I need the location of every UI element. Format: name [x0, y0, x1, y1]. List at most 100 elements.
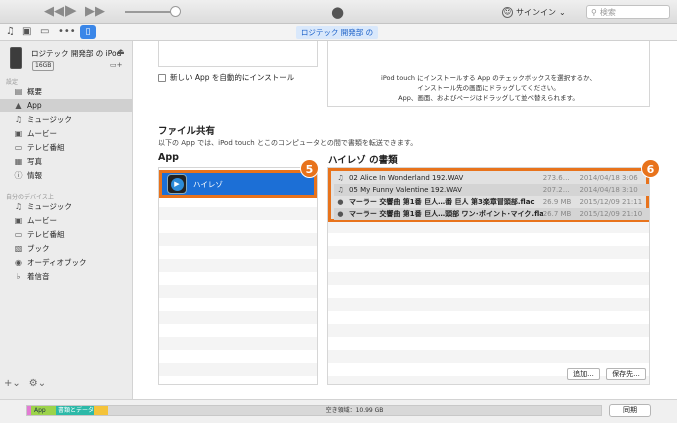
tv-icon: ▭ — [14, 230, 23, 239]
capacity-free-space: 空き領域：10.99 GB — [108, 406, 601, 415]
ipod-icon: ▯ — [85, 27, 91, 37]
save-to-button[interactable]: 保存先... — [606, 368, 646, 380]
add-button[interactable]: 追加... — [567, 368, 600, 380]
documents-highlight: ♫ 02 Alice In Wonderland 192.WAV 273.6… … — [328, 168, 649, 222]
gear-icon[interactable]: ⚙⌄ — [29, 378, 46, 389]
title-bar: ◀◀ ▶ ▶▶ ● ☺ サインイン ⌄ ⚲ 検索 — [0, 0, 677, 24]
itunes-window: ◀◀ ▶ ▶▶ ● ☺ サインイン ⌄ ⚲ 検索 ♫ ▣ ▭ ••• ▯ ロジテ… — [0, 0, 677, 423]
info-icon: ⓘ — [14, 171, 23, 180]
document-row[interactable]: ♫ 05 My Funny Valentine 192.WAV 207.2… 2… — [334, 184, 649, 196]
sidebar-item-label: ムービー — [27, 216, 57, 225]
search-input[interactable]: ⚲ 検索 — [586, 5, 670, 19]
sidebar-item-device-books[interactable]: ▧ ブック — [0, 242, 132, 255]
book-icon: ▧ — [14, 244, 23, 253]
bell-icon: ♭ — [16, 272, 21, 281]
device-tab[interactable]: ロジテック 開発部 の iPod — [296, 26, 378, 50]
search-icon: ⚲ — [591, 7, 597, 17]
sidebar-item-device-movies[interactable]: ▣ ムービー — [0, 214, 132, 227]
device-name: ロジテック 開発部 の iPod — [31, 49, 122, 58]
device-header[interactable]: ロジテック 開発部 の iPod ⏏ 16GB ▭+ — [6, 45, 128, 75]
sidebar-item-info[interactable]: ⓘ 情報 — [0, 169, 132, 182]
auto-install-label: 新しい App を自動的にインストール — [170, 73, 295, 82]
app-list-item-hires[interactable]: ▶ ハイレゾ — [159, 170, 317, 198]
sidebar-item-label: 概要 — [27, 87, 42, 96]
documents-list: ♫ 02 Alice In Wonderland 192.WAV 273.6… … — [327, 167, 650, 385]
app-list-item-label: ハイレゾ — [193, 179, 223, 189]
capacity-badge: 16GB — [32, 61, 55, 71]
capacity-bar[interactable]: App 書類とデータ 空き領域：10.99 GB — [26, 405, 602, 416]
sidebar-item-tv[interactable]: ▭ テレビ番組 — [0, 141, 132, 154]
movie-icon: ▣ — [14, 129, 23, 138]
document-row[interactable]: ● マーラー 交響曲 第1番 巨人…頭部 ワン･ポイント･マイク.flac 26… — [334, 208, 649, 220]
audio-file-icon: ♫ — [337, 185, 344, 194]
movie-icon[interactable]: ▣ — [22, 26, 31, 38]
document-size: 26.7 MB — [542, 210, 572, 218]
file-sharing-app-list: ▶ ハイレゾ — [158, 167, 318, 385]
hint-line-3: App、画面、およびページはドラッグして並べ替えられます。 — [398, 94, 579, 102]
document-size: 273.6… — [542, 174, 570, 182]
sidebar-item-music[interactable]: ♫ ミュージック — [0, 113, 132, 126]
sidebar-item-device-audiobooks[interactable]: ◉ オーディオブック — [0, 256, 132, 269]
sidebar-item-device-tones[interactable]: ♭ 着信音 — [0, 270, 132, 283]
music-icon[interactable]: ♫ — [6, 26, 15, 38]
document-row[interactable]: ● マーラー 交響曲 第1番 巨人…番 巨人 第3楽章冒頭部.flac 26.9… — [334, 196, 649, 208]
audiobook-icon: ◉ — [15, 258, 22, 267]
sidebar-item-label: ムービー — [27, 129, 57, 138]
status-bar: App 書類とデータ 空き領域：10.99 GB 同期 — [0, 399, 677, 423]
app-column-title: App — [158, 152, 179, 163]
document-name: 02 Alice In Wonderland 192.WAV — [348, 174, 464, 182]
document-row[interactable]: ♫ 02 Alice In Wonderland 192.WAV 273.6… … — [334, 172, 649, 184]
user-icon: ☺ — [502, 6, 513, 18]
sidebar-item-summary[interactable]: ▤ 概要 — [0, 85, 132, 98]
volume-knob[interactable] — [170, 6, 181, 17]
signin-button[interactable]: ☺ サインイン ⌄ — [502, 5, 566, 19]
more-icon[interactable]: ••• — [58, 26, 76, 38]
sidebar-footer: +⌄ ⚙⌄ — [4, 378, 46, 389]
play-icon[interactable]: ▶ — [65, 3, 77, 18]
device-button[interactable]: ▯ — [80, 25, 96, 39]
signin-label: サインイン — [516, 7, 556, 17]
sidebar: ロジテック 開発部 の iPod ⏏ 16GB ▭+ 設定 ▤ 概要 ▲ App ♫… — [0, 41, 133, 399]
tv-icon[interactable]: ▭ — [40, 26, 49, 38]
tv-icon: ▭ — [14, 143, 23, 152]
audio-file-icon: ♫ — [337, 173, 344, 182]
app-list-previous — [158, 41, 318, 67]
music-icon: ♫ — [14, 115, 23, 124]
sidebar-item-label: 写真 — [27, 157, 42, 166]
play-icon: ▶ — [170, 177, 184, 191]
rewind-icon[interactable]: ◀◀ — [44, 4, 64, 19]
flac-file-icon: ● — [337, 197, 344, 206]
document-date: 2015/12/09 21:11 — [579, 198, 643, 206]
fast-forward-icon[interactable]: ▶▶ — [85, 4, 105, 19]
battery-icon: ▭+ — [110, 61, 123, 69]
app-icon: ▲ — [15, 101, 22, 110]
sidebar-item-device-music[interactable]: ♫ ミュージック — [0, 200, 132, 213]
main-content: 新しい App を自動的にインストール iPod touch にインストールする… — [134, 41, 677, 399]
callout-badge-6: 6 — [641, 159, 660, 178]
sync-button[interactable]: 同期 — [609, 404, 651, 417]
auto-install-option[interactable]: 新しい App を自動的にインストール — [158, 72, 294, 83]
ipod-device-icon — [10, 47, 22, 69]
eject-icon[interactable]: ⏏ — [117, 47, 125, 56]
document-name: マーラー 交響曲 第1番 巨人…頭部 ワン･ポイント･マイク.flac — [348, 210, 543, 218]
document-size: 26.9 MB — [542, 198, 572, 206]
document-name: マーラー 交響曲 第1番 巨人…番 巨人 第3楽章冒頭部.flac — [348, 198, 535, 206]
add-icon[interactable]: +⌄ — [4, 378, 21, 389]
sidebar-item-photos[interactable]: ▦ 写真 — [0, 155, 132, 168]
sidebar-item-label: ミュージック — [27, 202, 72, 211]
hint-line-1: iPod touch にインストールする App のチェックボックスを選択するか… — [381, 74, 596, 82]
auto-install-checkbox[interactable] — [158, 73, 166, 82]
capacity-segment-misc — [94, 406, 108, 415]
sidebar-item-label: オーディオブック — [27, 258, 87, 267]
apple-logo-icon: ● — [331, 3, 345, 21]
sidebar-item-device-tv[interactable]: ▭ テレビ番組 — [0, 228, 132, 241]
sidebar-item-label: ブック — [27, 244, 50, 253]
music-icon: ♫ — [14, 202, 23, 211]
search-placeholder: 検索 — [599, 7, 616, 17]
document-size: 207.2… — [542, 186, 570, 194]
sidebar-item-label: テレビ番組 — [27, 230, 65, 239]
sidebar-item-app[interactable]: ▲ App — [0, 99, 132, 112]
movie-icon: ▣ — [14, 216, 23, 225]
sidebar-item-movies[interactable]: ▣ ムービー — [0, 127, 132, 140]
capacity-segment-documents: 書類とデータ — [56, 406, 94, 415]
